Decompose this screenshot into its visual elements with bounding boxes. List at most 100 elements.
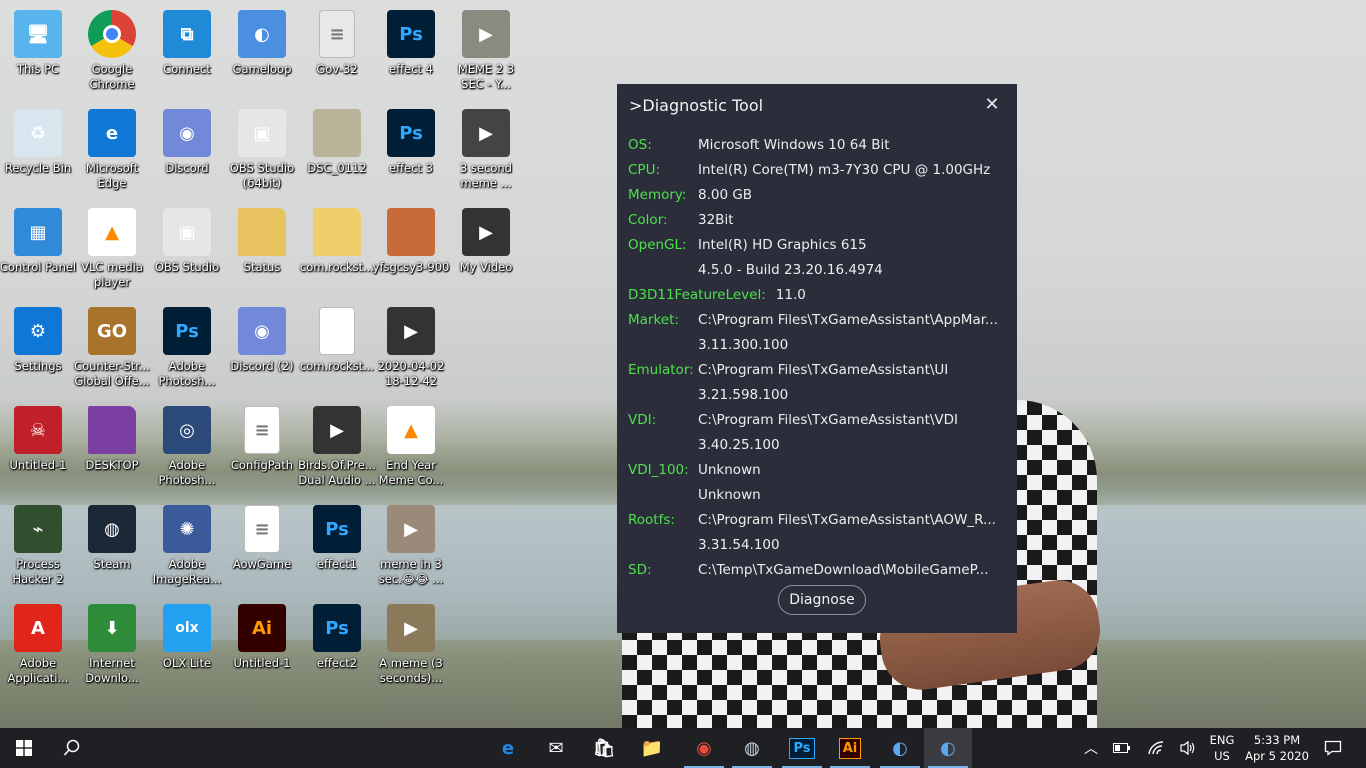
taskbar-gameloop-2[interactable]: ◐ (924, 728, 972, 768)
desktop-shortcut[interactable]: A Adobe Applicati... (0, 598, 76, 694)
photo-icon (387, 208, 435, 256)
vlc-icon: ▲ (88, 208, 136, 256)
desktop-shortcut-label: This PC (16, 62, 60, 76)
desktop-shortcut[interactable]: GO Counter-Str... Global Offe... (74, 301, 150, 397)
desktop-shortcut[interactable]: ♻ Recycle Bin (0, 103, 76, 199)
desktop-shortcut[interactable]: ✺ Adobe ImageRea... (149, 499, 225, 595)
desktop-shortcut[interactable]: ⬇ Internet Downlo... (74, 598, 150, 694)
info-value: 3.21.598.100 (698, 386, 789, 403)
web-document-icon: ≡ (244, 505, 280, 553)
info-key: OS: (628, 136, 652, 153)
system-info-row: 4.5.0 - Build 23.20.16.4974 (628, 257, 883, 282)
action-center-button[interactable] (1312, 728, 1354, 768)
desktop-shortcut[interactable]: e Microsoft Edge (74, 103, 150, 199)
info-value: Intel(R) HD Graphics 615 (698, 236, 867, 253)
desktop-shortcut[interactable]: ▲ VLC media player (74, 202, 150, 298)
desktop-shortcut[interactable]: ◎ Adobe Photosh... (149, 400, 225, 496)
desktop-shortcut[interactable]: Ps effect1 (299, 499, 375, 595)
desktop-shortcut[interactable]: ▶ My Video (448, 202, 524, 298)
taskbar-chrome[interactable]: ◉ (680, 728, 728, 768)
desktop-shortcut-label: Adobe Applicati... (7, 656, 69, 685)
taskbar-store[interactable]: 🛍 (580, 728, 628, 768)
discord-icon: ◉ (238, 307, 286, 355)
desktop-shortcut[interactable]: ≡ ConfigPath (224, 400, 300, 496)
desktop-shortcut[interactable]: ◉ Discord (149, 103, 225, 199)
taskbar-steam[interactable]: ◍ (728, 728, 776, 768)
taskbar-gameloop[interactable]: ◐ (876, 728, 924, 768)
desktop-shortcut[interactable]: ⌁ Process Hacker 2 (0, 499, 76, 595)
desktop-shortcut[interactable]: Ps Adobe Photosh... (149, 301, 225, 397)
adobe-icon: A (14, 604, 62, 652)
system-info-row: D3D11FeatureLevel: 11.0 (628, 282, 806, 307)
desktop-shortcut-label: Adobe Photosh... (158, 458, 216, 487)
start-button[interactable] (0, 728, 48, 768)
desktop-shortcut[interactable]: ≡ AowGame (224, 499, 300, 595)
desktop-shortcut[interactable]: ⧉ Connect (149, 4, 225, 100)
desktop-shortcut[interactable]: Ps effect 4 (373, 4, 449, 100)
desktop-shortcut[interactable]: ▣ OBS Studio (64bit) (224, 103, 300, 199)
desktop-shortcut[interactable]: ◐ Gameloop (224, 4, 300, 100)
dialog-title: >Diagnostic Tool (629, 96, 764, 115)
desktop-shortcut[interactable]: ◉ Discord (2) (224, 301, 300, 397)
desktop-shortcut[interactable]: Ps effect2 (299, 598, 375, 694)
psd-file-icon: Ps (313, 505, 361, 553)
desktop-shortcut-label: A meme (3 seconds)... (379, 656, 443, 685)
desktop-shortcut-label: com.rockst... (299, 260, 375, 274)
psd-file-icon: Ps (313, 604, 361, 652)
steam-icon: ◍ (88, 505, 136, 553)
photoshop-icon: Ps (163, 307, 211, 355)
taskbar-explorer[interactable]: 📁 (628, 728, 676, 768)
desktop-shortcut[interactable]: Status (224, 202, 300, 298)
desktop-shortcut[interactable]: ≡ Gov-32 (299, 4, 375, 100)
input-language-button[interactable]: ENG US (1200, 728, 1244, 768)
info-key: SD: (628, 561, 652, 578)
desktop-shortcut[interactable]: com.rockst... (299, 202, 375, 298)
photoshop-eye-icon: ◎ (163, 406, 211, 454)
desktop-shortcut-label: Settings (14, 359, 62, 373)
desktop-shortcut[interactable]: ▦ Control Panel (0, 202, 76, 298)
desktop-shortcut[interactable]: ▶ MEME 2 3 SEC - Y... (448, 4, 524, 100)
desktop-shortcut[interactable]: olx OLX Lite (149, 598, 225, 694)
clock-time: 5:33 PM (1253, 733, 1301, 747)
desktop-shortcut[interactable]: com.rockst... (299, 301, 375, 397)
desktop-shortcut[interactable]: Google Chrome (74, 4, 150, 100)
chevron-up-icon: ︿ (1084, 741, 1098, 757)
desktop-shortcut[interactable]: 🖥 This PC (0, 4, 76, 100)
desktop-shortcut[interactable]: ▶ 2020-04-02 18-12-42 (373, 301, 449, 397)
connect-icon: ⧉ (163, 10, 211, 58)
desktop-shortcut[interactable]: ▶ Birds.Of.Pre... Dual Audio ... (298, 400, 376, 496)
desktop-shortcut[interactable]: ▣ OBS Studio (149, 202, 225, 298)
video-file-icon: ▶ (462, 109, 510, 157)
desktop-shortcut[interactable]: ▶ A meme (3 seconds)... (373, 598, 449, 694)
desktop-shortcut[interactable]: ☠ Untitled-1 (0, 400, 76, 496)
desktop-shortcut[interactable]: ▲ End Year Meme Co... (373, 400, 449, 496)
desktop-shortcut[interactable]: ⚙ Settings (0, 301, 76, 397)
clock-button[interactable]: 5:33 PM Apr 5 2020 (1244, 728, 1310, 768)
desktop-shortcut[interactable]: DESKTOP (74, 400, 150, 496)
desktop-shortcut[interactable]: ▶ 3 second meme ... (448, 103, 524, 199)
battery-button[interactable] (1104, 728, 1140, 768)
system-info-row: 3.21.598.100 (628, 382, 788, 407)
desktop-shortcut[interactable]: Ai Untitled-1 (224, 598, 300, 694)
desktop-shortcut[interactable]: ◍ Steam (74, 499, 150, 595)
desktop-shortcut[interactable]: yfsgcsy3-900 (373, 202, 449, 298)
close-icon[interactable]: ✕ (983, 96, 1001, 114)
taskbar-edge[interactable]: e (484, 728, 532, 768)
gameloop-icon: ◐ (892, 737, 908, 759)
info-value: 3.40.25.100 (698, 436, 780, 453)
taskbar-illustrator[interactable]: Ai (826, 728, 874, 768)
taskbar-photoshop[interactable]: Ps (778, 728, 826, 768)
desktop-shortcut[interactable]: Ps effect 3 (373, 103, 449, 199)
desktop-shortcut-label: Gov-32 (316, 62, 358, 76)
diagnose-button[interactable]: Diagnose (778, 585, 866, 615)
system-info-row: Color: 32Bit (628, 207, 733, 232)
desktop-shortcut[interactable]: DSC_0112 (299, 103, 375, 199)
search-button[interactable] (48, 728, 96, 768)
video-file-icon: ▶ (387, 505, 435, 553)
process-hacker-icon: ⌁ (14, 505, 62, 553)
illustrator-file-icon: Ai (238, 604, 286, 652)
taskbar-mail[interactable]: ✉ (532, 728, 580, 768)
network-button[interactable] (1138, 728, 1174, 768)
blank-file-icon (319, 307, 355, 355)
desktop-shortcut[interactable]: ▶ meme in 3 sec.😂😂 ... (373, 499, 449, 595)
